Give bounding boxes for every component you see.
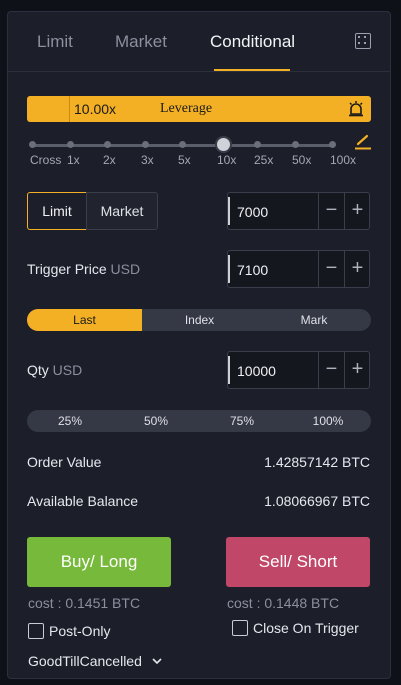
slider-label-5x: 5x [178,153,191,167]
slider-stop[interactable] [142,141,149,148]
close-on-trigger-checkbox[interactable] [232,620,248,636]
trigger-source-mark[interactable]: Mark [257,309,371,331]
trigger-price-unit: USD [110,261,141,277]
order-type-toggle: Limit Market [27,192,158,230]
order-type-market-button[interactable]: Market [86,192,158,230]
slider-label-1x: 1x [67,153,80,167]
slider-label-50x: 50x [292,153,312,167]
edit-leverage-icon[interactable] [354,134,372,150]
order-panel: Limit Market Conditional 10.00x Leverage… [7,11,391,679]
slider-stop[interactable] [104,141,111,148]
price-input[interactable]: 7000 [237,193,268,231]
trigger-source-toggle: Last Index Mark [27,309,371,331]
slider-stop[interactable] [329,141,336,148]
tab-market[interactable]: Market [115,32,167,52]
trigger-price-increment-button[interactable]: + [344,251,370,287]
order-value-label: Order Value [27,454,102,470]
tab-limit[interactable]: Limit [37,32,73,52]
price-decrement-button[interactable]: − [318,193,344,229]
slider-label-25x: 25x [254,153,274,167]
input-caret [228,356,230,384]
qty-label: Qty USD [27,362,83,378]
sell-short-button[interactable]: Sell/ Short [226,537,370,587]
trigger-source-index[interactable]: Index [142,309,257,331]
trigger-price-label: Trigger Price USD [27,261,141,277]
leverage-divider [69,96,70,122]
available-balance-value: 1.08066967 BTC [264,493,370,509]
order-value: 1.42857142 BTC [264,454,370,470]
leverage-slider-handle[interactable] [215,136,232,153]
qty-decrement-button[interactable]: − [318,352,344,388]
active-tab-indicator [214,69,290,71]
order-type-limit-button[interactable]: Limit [27,192,87,230]
slider-label-2x: 2x [103,153,116,167]
trigger-price-decrement-button[interactable]: − [318,251,344,287]
slider-stop[interactable] [292,141,299,148]
leverage-value: 10.00x [74,101,117,117]
qty-increment-button[interactable]: + [344,352,370,388]
slider-label-10x: 10x [217,153,237,167]
slider-stop[interactable] [179,141,186,148]
qty-input[interactable]: 10000 [237,352,276,390]
qty-percent-25[interactable]: 25% [27,410,113,432]
leverage-bar[interactable]: 10.00x Leverage [27,96,371,122]
trigger-source-last[interactable]: Last [27,309,142,331]
tab-conditional[interactable]: Conditional [210,32,295,52]
input-caret [228,255,230,283]
buy-cost: cost : 0.1451 BTC [28,595,141,611]
slider-label-100x: 100x [330,153,357,167]
slider-stop[interactable] [67,141,74,148]
close-on-trigger-label[interactable]: Close On Trigger [253,620,359,636]
input-caret [228,197,230,225]
time-in-force-select[interactable]: GoodTillCancelled [28,653,142,669]
qty-unit: USD [52,362,83,378]
price-stepper[interactable]: 7000 − + [227,192,370,230]
slider-label-cross: Cross [30,153,62,167]
qty-percent-100[interactable]: 100% [285,410,371,432]
post-only-label[interactable]: Post-Only [49,623,110,639]
alarm-icon[interactable] [348,100,364,117]
slider-stop[interactable] [29,141,36,148]
sell-cost: cost : 0.1448 BTC [227,595,340,611]
qty-stepper[interactable]: 10000 − + [227,351,370,389]
available-balance-label: Available Balance [27,493,139,509]
buy-long-button[interactable]: Buy/ Long [27,537,171,587]
qty-percent-75[interactable]: 75% [199,410,285,432]
leverage-label: Leverage [160,101,213,116]
chevron-down-icon[interactable] [151,656,163,666]
qty-percent-toggle: 25% 50% 75% 100% [27,410,371,432]
trigger-price-input[interactable]: 7100 [237,251,268,289]
price-increment-button[interactable]: + [344,193,370,229]
qty-percent-50[interactable]: 50% [113,410,199,432]
calculator-icon[interactable] [355,33,371,49]
trigger-price-stepper[interactable]: 7100 − + [227,250,370,288]
order-tabs: Limit Market Conditional [8,12,390,72]
slider-label-3x: 3x [141,153,154,167]
slider-stop[interactable] [254,141,261,148]
post-only-checkbox[interactable] [28,623,44,639]
